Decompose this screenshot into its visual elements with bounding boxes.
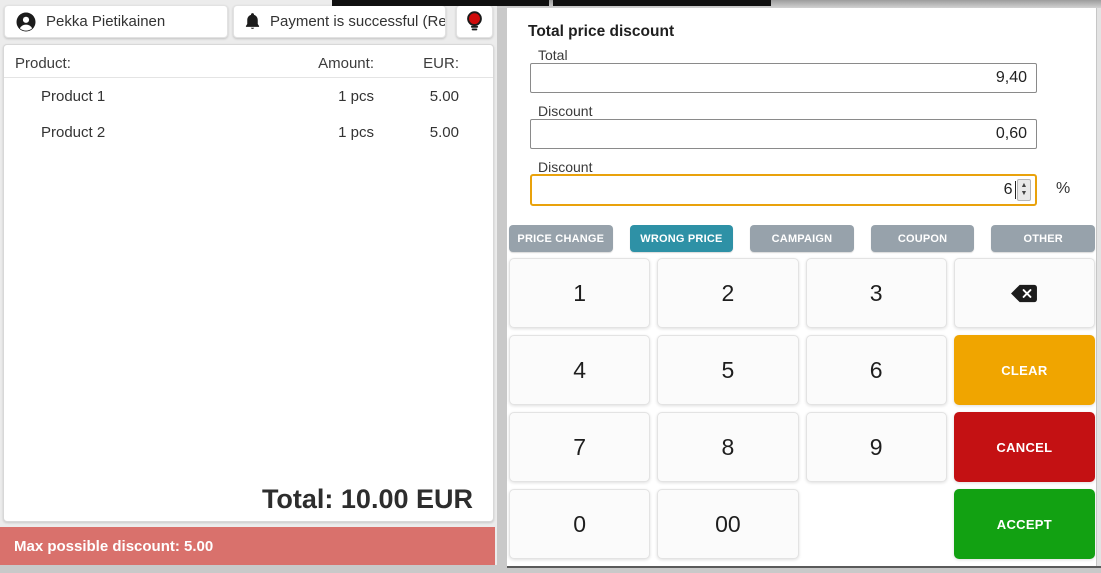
lightbulb-icon [466,10,483,33]
backspace-button[interactable] [954,258,1095,328]
numpad-key-8[interactable]: 8 [657,412,798,482]
numpad-key-0[interactable]: 0 [509,489,650,559]
numpad-key-4[interactable]: 4 [509,335,650,405]
total-price-discount-dialog: Total price discount Total Discount Disc… [507,8,1101,568]
numpad-key-5[interactable]: 5 [657,335,798,405]
cancel-button[interactable]: CANCEL [954,412,1095,482]
user-name: Pekka Pietikainen [46,13,165,30]
product-amount: 1 pcs [259,88,374,105]
reason-wrong-price-button[interactable]: WRONG PRICE [630,225,734,252]
column-amount: Amount: [259,55,374,72]
percent-sign: % [1056,180,1070,198]
top-black-bar [332,0,549,6]
reason-coupon-button[interactable]: COUPON [871,225,975,252]
total-input[interactable] [530,63,1037,93]
notification-text: Payment is successful (Rece... [270,13,446,30]
product-row[interactable]: Product 2 1 pcs 5.00 [4,114,493,150]
max-discount-alert: Max possible discount: 5.00 [0,527,495,565]
product-price: 5.00 [374,88,459,105]
user-avatar-icon [16,12,36,32]
product-price: 5.00 [374,124,459,141]
total-field-label: Total [538,47,568,63]
product-list-header: Product: Amount: EUR: [4,50,493,78]
column-eur: EUR: [374,55,459,72]
backspace-icon [1010,284,1038,303]
discount-input[interactable] [530,119,1037,149]
pos-screen: Pekka Pietikainen Payment is successful … [0,0,1101,573]
discount-reason-buttons: PRICE CHANGE WRONG PRICE CAMPAIGN COUPON… [509,225,1095,252]
column-product: Product: [4,55,259,72]
dialog-title: Total price discount [528,23,674,41]
numpad-key-00[interactable]: 00 [657,489,798,559]
spinner-up-icon[interactable]: ▲ [1021,182,1028,190]
receipt-panel: Pekka Pietikainen Payment is successful … [0,0,497,565]
product-name: Product 2 [4,124,259,141]
discount-percent-input[interactable]: 6 ▲ ▼ [530,174,1037,206]
user-menu[interactable]: Pekka Pietikainen [4,5,228,38]
notification-banner[interactable]: Payment is successful (Rece... [233,5,446,38]
numpad-key-9[interactable]: 9 [806,412,947,482]
dialog-scrollbar[interactable] [1096,8,1101,566]
numpad-key-2[interactable]: 2 [657,258,798,328]
numpad-key-1[interactable]: 1 [509,258,650,328]
reason-other-button[interactable]: OTHER [991,225,1095,252]
product-list: Product: Amount: EUR: Product 1 1 pcs 5.… [3,44,494,522]
clear-button[interactable]: CLEAR [954,335,1095,405]
numpad-key-7[interactable]: 7 [509,412,650,482]
numpad-key-3[interactable]: 3 [806,258,947,328]
spinner-down-icon[interactable]: ▼ [1021,190,1028,198]
product-name: Product 1 [4,88,259,105]
top-black-bar [553,0,771,6]
discount-field-label: Discount [538,103,592,119]
max-discount-text: Max possible discount: 5.00 [14,538,213,555]
accept-button[interactable]: ACCEPT [954,489,1095,559]
product-row[interactable]: Product 1 1 pcs 5.00 [4,78,493,114]
reason-price-change-button[interactable]: PRICE CHANGE [509,225,613,252]
bell-icon [245,13,260,30]
numpad: 1 2 3 4 5 6 CLEAR 7 8 9 CANCEL 0 00 [509,258,1095,559]
receipt-total: Total: 10.00 EUR [262,484,473,515]
discount-percent-field-label: Discount [538,159,592,175]
product-amount: 1 pcs [259,124,374,141]
reason-campaign-button[interactable]: CAMPAIGN [750,225,854,252]
lamp-button[interactable] [456,5,493,38]
text-cursor [1015,181,1017,199]
discount-percent-value: 6 [1004,181,1013,199]
numpad-key-6[interactable]: 6 [806,335,947,405]
number-spinner[interactable]: ▲ ▼ [1017,179,1031,201]
